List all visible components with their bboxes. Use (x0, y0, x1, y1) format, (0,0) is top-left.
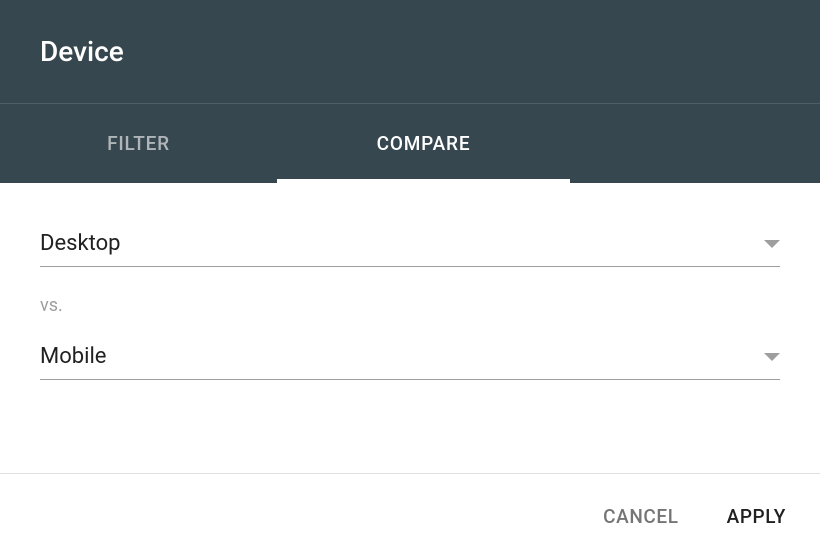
tab-filter[interactable]: FILTER (0, 104, 277, 183)
tab-bar: FILTER COMPARE (0, 104, 820, 183)
dialog-title: Device (40, 35, 124, 68)
dialog-footer: CANCEL APPLY (0, 473, 820, 558)
compare-panel: Desktop vs. Mobile (0, 183, 820, 420)
tab-compare-label: COMPARE (377, 132, 471, 155)
first-device-select[interactable]: Desktop (40, 231, 780, 267)
dialog-header: Device (0, 0, 820, 104)
first-device-value: Desktop (40, 231, 121, 256)
tab-filter-label: FILTER (107, 132, 170, 155)
vs-label: vs. (40, 295, 780, 316)
tab-compare[interactable]: COMPARE (277, 104, 570, 183)
apply-button[interactable]: APPLY (727, 505, 786, 528)
chevron-down-icon (764, 240, 780, 248)
cancel-button[interactable]: CANCEL (603, 505, 678, 528)
chevron-down-icon (764, 353, 780, 361)
second-device-value: Mobile (40, 344, 106, 369)
second-device-select[interactable]: Mobile (40, 344, 780, 380)
